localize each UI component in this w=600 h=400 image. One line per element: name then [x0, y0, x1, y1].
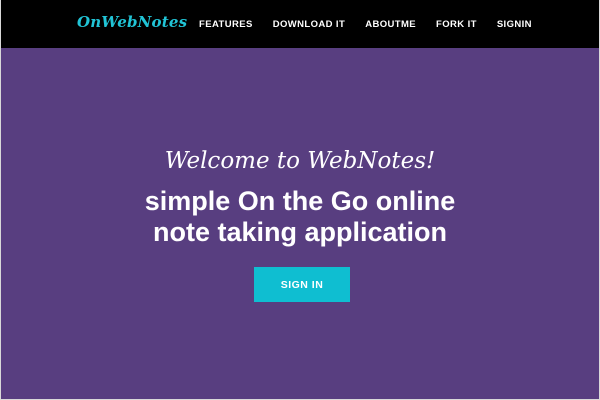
nav-links: FEATURES DOWNLOAD IT ABOUTME FORK IT SIG… — [199, 0, 552, 48]
nav-link-download[interactable]: DOWNLOAD IT — [273, 19, 345, 30]
page: OnWebNotes FEATURES DOWNLOAD IT ABOUTME … — [0, 0, 600, 400]
nav-link-fork[interactable]: FORK IT — [436, 19, 477, 30]
nav-link-signin[interactable]: SIGNIN — [497, 19, 532, 30]
hero-section: Welcome to WebNotes! simple On the Go on… — [1, 48, 599, 399]
tagline-line-1: simple On the Go online — [144, 186, 456, 216]
nav-link-aboutme[interactable]: ABOUTME — [365, 19, 416, 30]
sign-in-button[interactable]: SIGN IN — [254, 267, 350, 302]
tagline-line-2: note taking application — [152, 217, 448, 247]
brand-logo[interactable]: OnWebNotes — [77, 13, 187, 31]
top-navbar: OnWebNotes FEATURES DOWNLOAD IT ABOUTME … — [1, 0, 599, 48]
nav-link-features[interactable]: FEATURES — [199, 19, 253, 30]
welcome-heading: Welcome to WebNotes! — [164, 148, 436, 174]
tagline: simple On the Go online note taking appl… — [1, 186, 599, 248]
